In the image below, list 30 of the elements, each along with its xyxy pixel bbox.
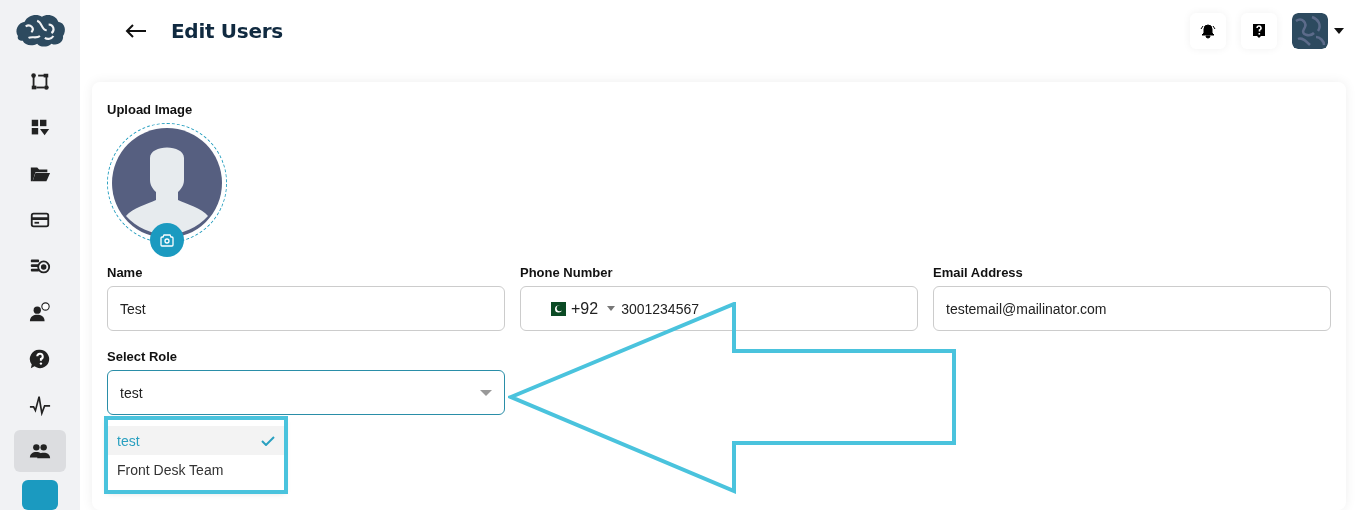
person-chat-icon (29, 301, 51, 324)
field-label: Select Role (107, 349, 179, 364)
help-icon (1251, 23, 1267, 39)
brain-logo (13, 13, 67, 48)
name-field[interactable]: Test (107, 286, 505, 331)
sidebar-item[interactable] (14, 429, 66, 473)
flow-icon (29, 70, 51, 93)
country-code[interactable]: +92 (571, 299, 599, 318)
field-label: Email Address (933, 265, 1024, 280)
check-icon (261, 435, 275, 446)
email-field[interactable]: testemail@mailinator.com (933, 286, 1331, 331)
page-title: Edit Users (171, 19, 283, 43)
dropdown-option[interactable]: Front Desk Team (107, 455, 285, 484)
back-arrow-icon[interactable] (125, 24, 147, 38)
help-icon (29, 347, 51, 370)
help-button[interactable] (1241, 13, 1277, 49)
field-label: Name (107, 265, 144, 280)
notification-button[interactable] (1190, 13, 1226, 49)
caret-icon (480, 389, 492, 396)
role-select[interactable]: test (107, 370, 505, 415)
phone-field[interactable]: +92 3001234567 (520, 286, 918, 331)
field-label: Phone Number (520, 265, 614, 280)
bell-icon (1200, 23, 1216, 39)
camera-icon (159, 232, 175, 248)
field-label: Upload Image (107, 102, 194, 117)
phone-number: 3001234567 (621, 300, 699, 317)
caret-icon[interactable] (1334, 28, 1344, 34)
person-silhouette-icon (112, 128, 222, 238)
camera-button[interactable] (150, 223, 184, 257)
sidebar-tile[interactable] (22, 480, 58, 510)
